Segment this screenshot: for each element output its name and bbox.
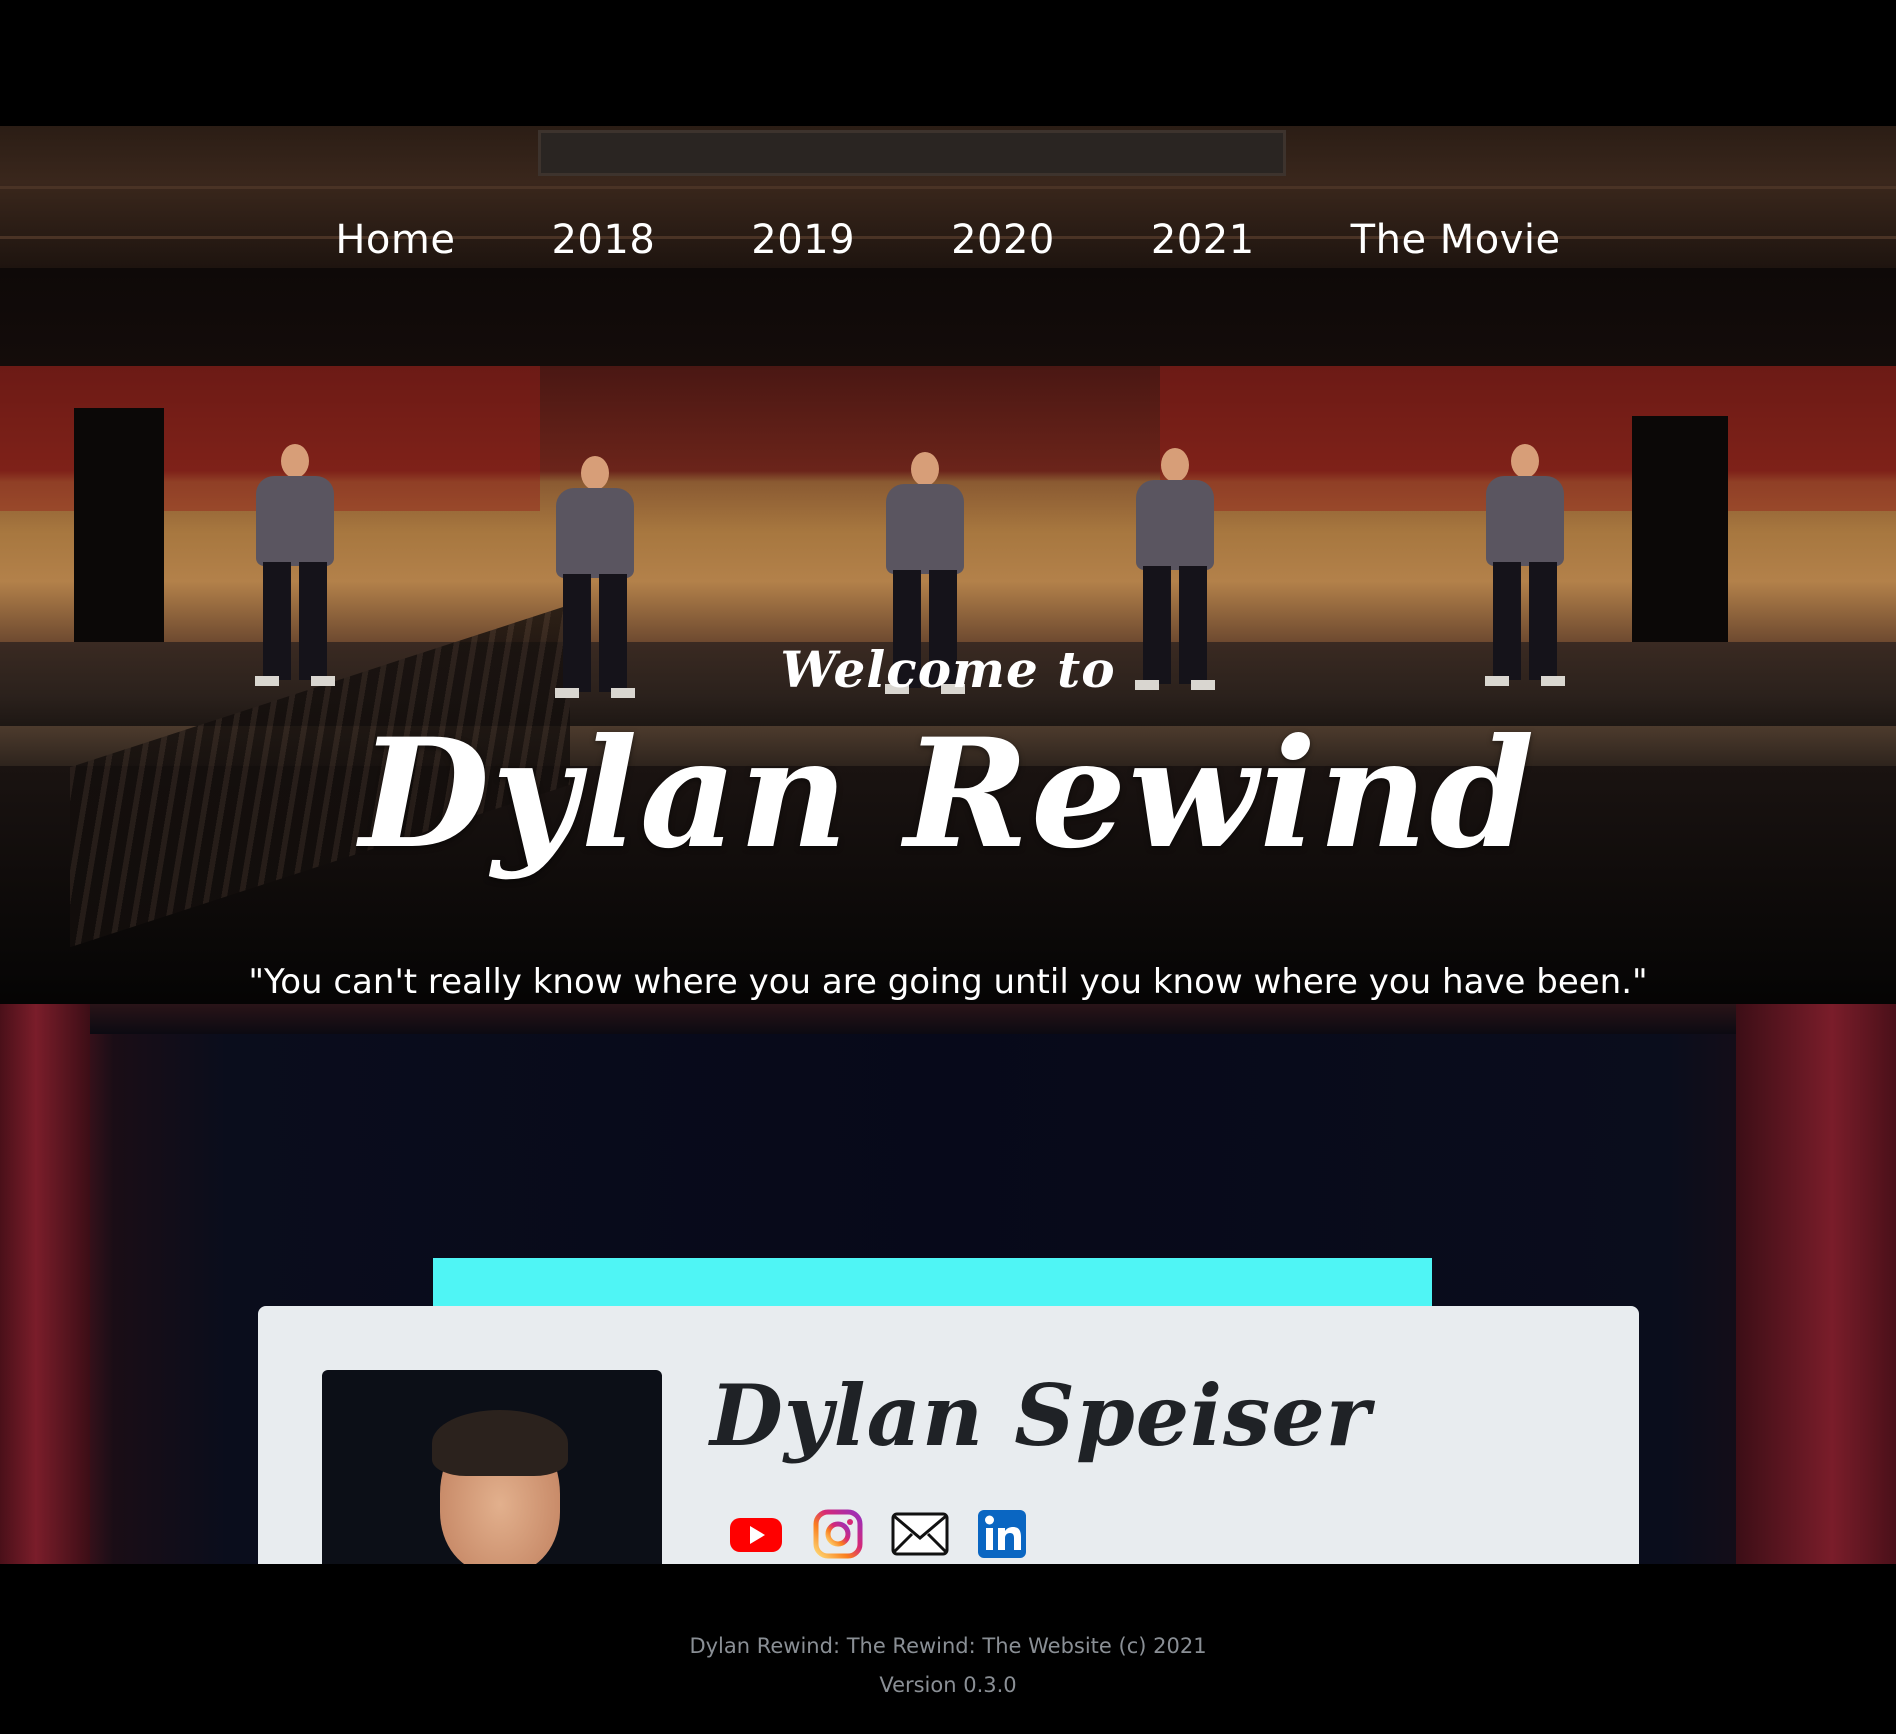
curtain-right	[1736, 1004, 1896, 1564]
glowing-screen	[433, 1258, 1432, 1308]
theater-background: Dylan Speiser	[0, 1004, 1896, 1564]
proscenium	[0, 1004, 1896, 1034]
youtube-icon[interactable]	[726, 1508, 786, 1560]
profile-photo	[322, 1370, 662, 1564]
main-nav: Home 2018 2019 2020 2021 The Movie	[0, 210, 1896, 270]
stage-door-left	[74, 408, 164, 660]
nav-the-movie[interactable]: The Movie	[1303, 210, 1609, 270]
page: Home 2018 2019 2020 2021 The Movie Welco…	[0, 0, 1896, 1734]
footer: Dylan Rewind: The Rewind: The Website (c…	[0, 1564, 1896, 1734]
nav-2018[interactable]: 2018	[503, 210, 703, 270]
nav-home[interactable]: Home	[287, 210, 503, 270]
site-title: Dylan Rewind	[359, 706, 1537, 882]
nav-2019[interactable]: 2019	[703, 210, 903, 270]
footer-version: Version 0.3.0	[879, 1673, 1017, 1697]
profile-card: Dylan Speiser	[258, 1306, 1639, 1564]
social-links	[726, 1508, 1032, 1560]
ceiling-beam	[0, 186, 1896, 189]
nav-2021[interactable]: 2021	[1103, 210, 1303, 270]
welcome-text: Welcome to	[780, 640, 1116, 699]
tagline-quote: "You can't really know where you are goi…	[248, 962, 1648, 1002]
projector-screen-housing	[538, 130, 1286, 176]
profile-name: Dylan Speiser	[710, 1366, 1372, 1465]
email-icon[interactable]	[890, 1508, 950, 1560]
curtain-left	[0, 1004, 90, 1564]
instagram-icon[interactable]	[808, 1508, 868, 1560]
footer-copyright: Dylan Rewind: The Rewind: The Website (c…	[689, 1634, 1207, 1658]
stage-door-right	[1632, 416, 1728, 662]
nav-2020[interactable]: 2020	[903, 210, 1103, 270]
linkedin-icon[interactable]	[972, 1508, 1032, 1560]
